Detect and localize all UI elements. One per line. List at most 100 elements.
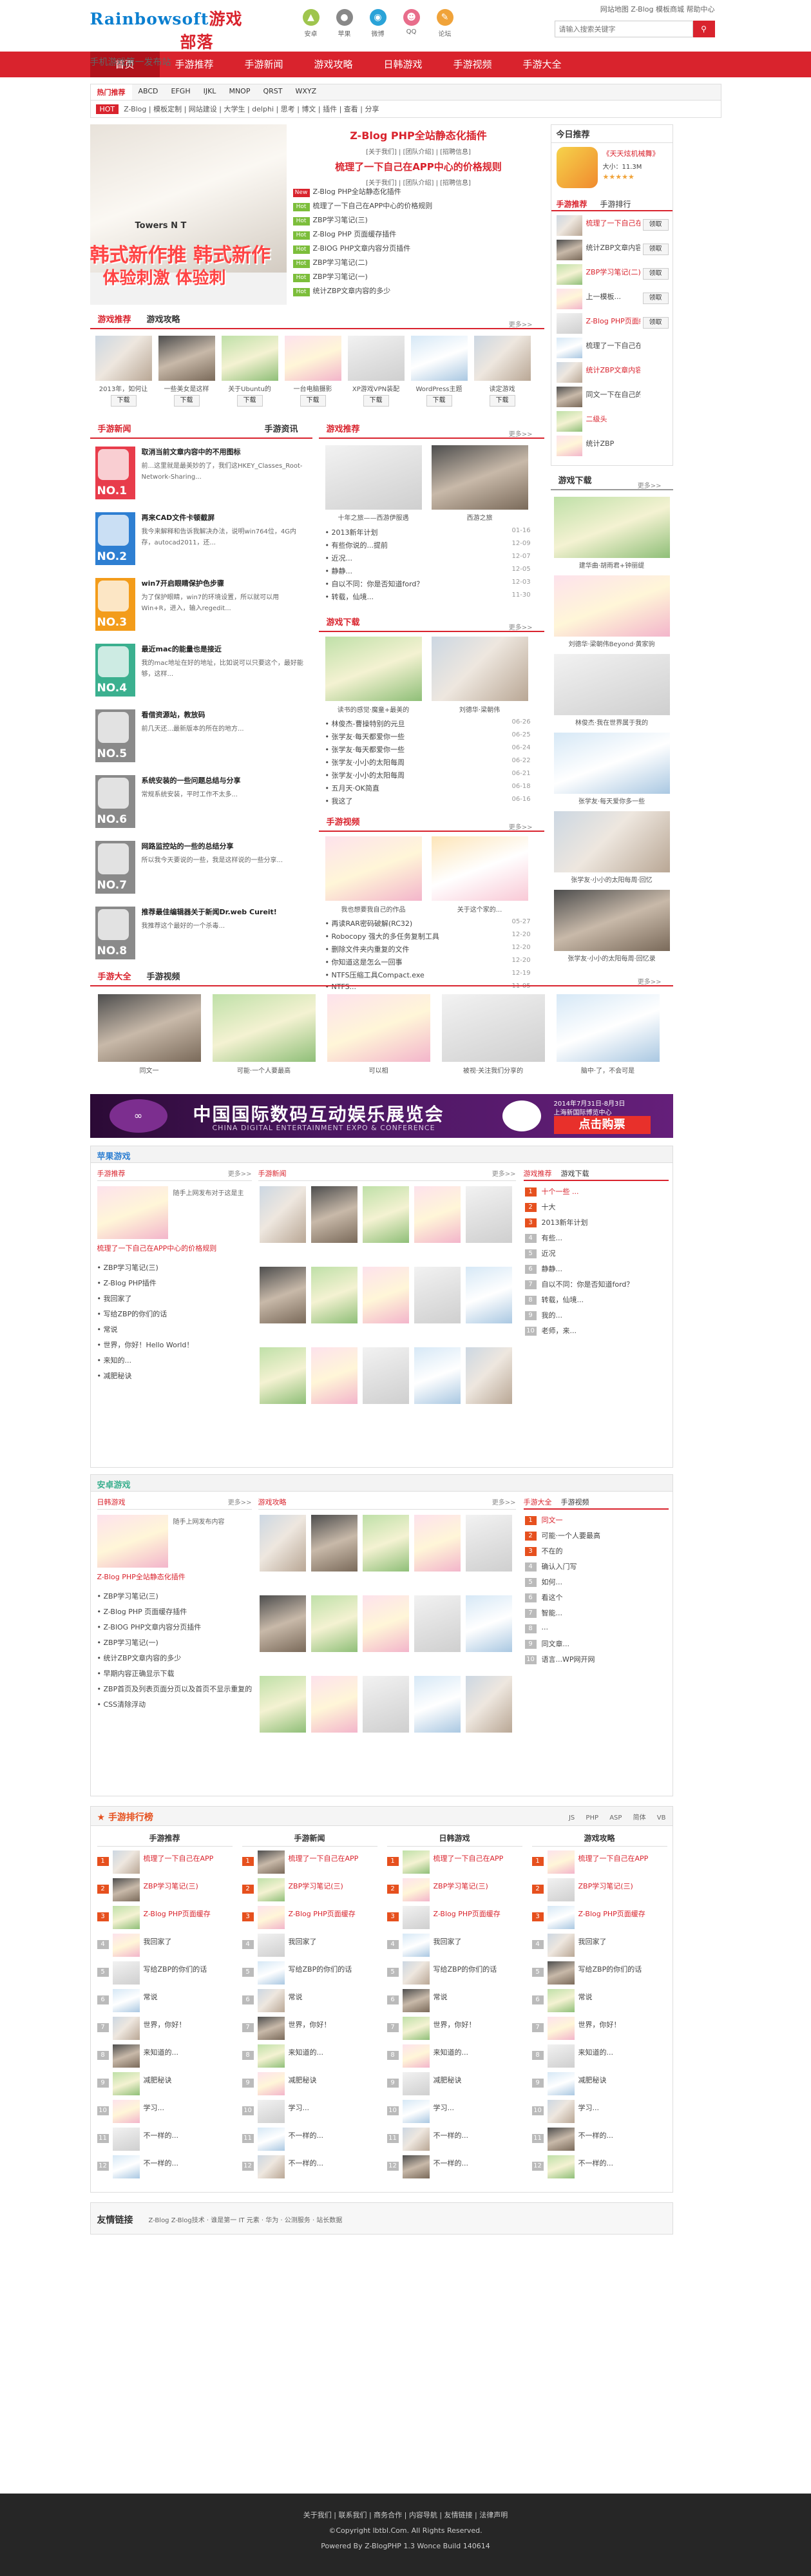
section-rank-item[interactable]: 不在的	[542, 1546, 667, 1556]
section-thumb[interactable]	[362, 1347, 409, 1404]
mid-caption[interactable]: 我也想要我自己的作品	[325, 904, 422, 914]
claim-button[interactable]: 领取	[642, 317, 669, 329]
ranking-thumb[interactable]	[402, 1934, 430, 1957]
mid-caption[interactable]: 刘德华·梁朝伟	[432, 704, 528, 714]
news-item[interactable]: Hot Z-Blog PHP 页面缓存插件	[292, 229, 396, 240]
game-thumb[interactable]	[221, 336, 278, 381]
friend-links-list[interactable]: Z-Blog Z-Blog技术 · 谁是第一 IT 元素 · 华为 · 公测服务…	[149, 2215, 343, 2224]
ranking-thumb[interactable]	[112, 2128, 140, 2151]
hot-thumb[interactable]	[556, 289, 582, 309]
news-item[interactable]: Hot ZBP学习笔记(二)	[292, 257, 368, 268]
ranking-item[interactable]: ZBP学习笔记(三)	[434, 1881, 520, 1891]
video-thumb[interactable]	[553, 575, 670, 637]
section-thumb[interactable]	[465, 1595, 512, 1652]
download-button[interactable]: 下载	[300, 395, 326, 407]
tab-efgh[interactable]: EFGH	[165, 84, 197, 100]
section-list-item[interactable]: • 常说	[97, 1324, 252, 1334]
ranking-item[interactable]: Z-Blog PHP页面缓存	[578, 1908, 665, 1919]
expo-banner[interactable]: ∞ 中国国际数码互动娱乐展览会 CHINA DIGITAL ENTERTAINM…	[90, 1094, 673, 1138]
more-link[interactable]: 更多>>	[501, 316, 540, 334]
section-rank-item[interactable]: 同文一	[542, 1515, 667, 1525]
headline-links-2[interactable]: [关于我们] | [团队介绍] | [招聘信息]	[293, 177, 544, 187]
rank-title[interactable]: 推荐最佳编辑器关于新闻Dr.web Cureit!	[142, 907, 306, 917]
section-col-tab[interactable]: 手游大全	[524, 1498, 552, 1506]
forum-link[interactable]: ✎ 论坛	[436, 9, 453, 38]
ranking-thumb[interactable]	[112, 2044, 140, 2068]
gallery-thumb[interactable]	[556, 994, 660, 1062]
video-thumb[interactable]	[553, 890, 670, 951]
more-link[interactable]: 更多>>	[630, 477, 669, 495]
ranking-thumb[interactable]	[257, 1989, 285, 2012]
mid-list-item[interactable]: • 静静...	[325, 566, 493, 576]
section-list-item[interactable]: • ZBP学习笔记(三)	[97, 1591, 252, 1601]
mid-list-item[interactable]: • 有些你说的...提前	[325, 540, 493, 550]
section-thumb[interactable]	[414, 1676, 461, 1733]
section-thumb[interactable]	[465, 1676, 512, 1733]
section-rank-item[interactable]: 十大	[542, 1202, 667, 1212]
game-thumb[interactable]	[473, 336, 531, 381]
gallery-thumb[interactable]	[441, 994, 545, 1062]
ranking-thumb[interactable]	[257, 1934, 285, 1957]
rank-thumb[interactable]: NO.8	[95, 907, 135, 959]
mid-photo[interactable]	[325, 637, 422, 701]
ranking-thumb[interactable]	[402, 1989, 430, 2012]
app-icon[interactable]	[556, 147, 598, 188]
game-thumb[interactable]	[410, 336, 468, 381]
section-thumb[interactable]	[259, 1676, 306, 1733]
section-rank-item[interactable]: 近况	[542, 1248, 667, 1258]
news-item[interactable]: New Z-Blog PHP全站静态化插件	[292, 186, 401, 197]
ranking-thumb[interactable]	[547, 1878, 575, 1901]
ranking-item[interactable]: ZBP学习笔记(三)	[144, 1881, 231, 1891]
ranking-thumb[interactable]	[402, 2100, 430, 2123]
section-list-item[interactable]: • CSS清除浮动	[97, 1699, 252, 1709]
mid-photo[interactable]	[325, 836, 422, 901]
ranking-item[interactable]: 减肥秘诀	[144, 2075, 231, 2085]
ranking-thumb[interactable]	[112, 1906, 140, 1929]
ranking-item[interactable]: 学习...	[289, 2102, 376, 2113]
ranking-item[interactable]: 不一样的...	[434, 2158, 520, 2168]
tab-all-games[interactable]: 手游大全	[90, 968, 139, 986]
news-item[interactable]: Hot ZBP学习笔记(三)	[292, 215, 368, 226]
ranking-thumb[interactable]	[402, 2155, 430, 2178]
section-col-tab[interactable]: 手游视频	[561, 1498, 589, 1506]
hot-item[interactable]: Z-Blog PHP页面缓存	[586, 316, 640, 326]
mid-list-item[interactable]: • 我这了	[325, 796, 493, 806]
ranking-thumb[interactable]	[257, 1961, 285, 1985]
section-thumb[interactable]	[362, 1515, 409, 1572]
hot-item[interactable]: 二级头	[586, 414, 640, 424]
tab-ijkl[interactable]: IJKL	[197, 84, 223, 100]
video-thumb[interactable]	[553, 811, 670, 872]
mid-list-item[interactable]: • 你知道这是怎么一回事	[325, 957, 493, 967]
ranking-filter[interactable]: JS PHP ASP 简体 VB	[569, 1812, 666, 1821]
hot-thumb[interactable]	[556, 240, 582, 260]
hot-thumb[interactable]	[556, 264, 582, 285]
mid-list-item[interactable]: • 删除文件夹内重复的文件	[325, 944, 493, 954]
video-caption[interactable]: 林俊杰·我在世界属于我的	[554, 717, 670, 727]
hot-thumb[interactable]	[556, 436, 582, 456]
ranking-thumb[interactable]	[547, 2128, 575, 2151]
ranking-item[interactable]: Z-Blog PHP页面缓存	[289, 1908, 376, 1919]
gallery-caption[interactable]: 可以相	[327, 1065, 430, 1075]
ranking-item[interactable]: 写给ZBP的你们的话	[434, 1964, 520, 1974]
hot-thumb[interactable]	[556, 411, 582, 432]
mid-list-item[interactable]: • 再读RAR密码破解(RC32)	[325, 918, 493, 928]
ranking-thumb[interactable]	[257, 1906, 285, 1929]
ranking-thumb[interactable]	[547, 2100, 575, 2123]
section-rank-item[interactable]: 自以不同：你是否知道ford？	[542, 1279, 667, 1289]
ranking-item[interactable]: Z-Blog PHP页面缓存	[144, 1908, 231, 1919]
app-name[interactable]: 《天天炫机械舞》	[603, 148, 660, 159]
ranking-item[interactable]: 写给ZBP的你们的话	[578, 1964, 665, 1974]
ranking-item[interactable]: 常说	[578, 1992, 665, 2002]
section-thumb[interactable]	[465, 1347, 512, 1404]
section-thumb[interactable]	[310, 1347, 358, 1404]
section-thumb[interactable]	[310, 1595, 358, 1652]
hot-thumb[interactable]	[556, 362, 582, 383]
section-rank-item[interactable]: 同文章...	[542, 1639, 667, 1649]
section-list-item[interactable]: • Z-Blog PHP 页面缓存插件	[97, 1606, 252, 1617]
claim-button[interactable]: 领取	[642, 219, 669, 231]
mid-list-item[interactable]: • 张学友·每天都爱你一些	[325, 744, 493, 755]
section-thumb[interactable]	[310, 1676, 358, 1733]
hot-thumb[interactable]	[556, 338, 582, 358]
hot-item[interactable]: 上一模板...	[586, 291, 640, 302]
mid-photo[interactable]	[431, 637, 528, 701]
